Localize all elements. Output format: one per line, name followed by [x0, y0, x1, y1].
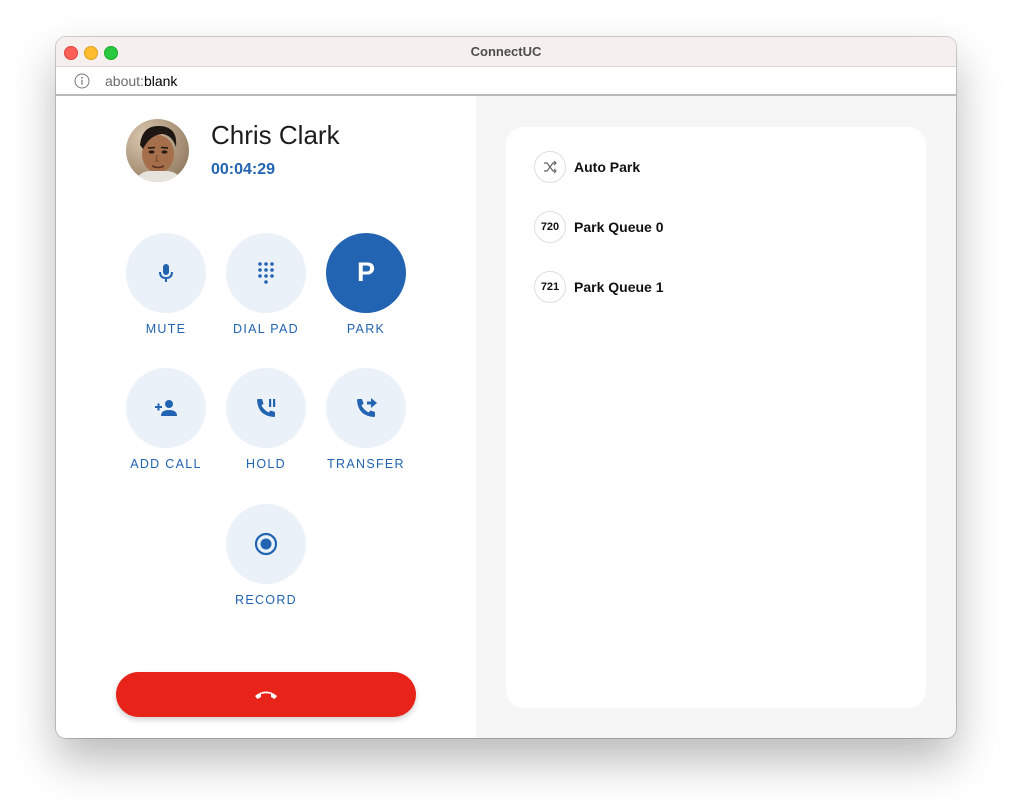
park-option-badge: [534, 151, 566, 183]
window-title: ConnectUC: [470, 44, 542, 59]
address-bar[interactable]: about:blank: [56, 67, 956, 96]
phone-paused-icon: [257, 399, 276, 417]
avatar: [126, 119, 189, 182]
record-label: RECORD: [235, 593, 297, 607]
park-queue-number: 721: [534, 271, 566, 303]
park-options-card: Auto Park 720 Park Queue 0 721 Park Queu…: [506, 127, 926, 708]
shuffle-icon: [544, 160, 557, 174]
park-label: PARK: [346, 322, 386, 336]
info-icon[interactable]: [74, 73, 90, 89]
transfer-label: TRANSFER: [327, 457, 405, 471]
park-option-queue-1[interactable]: 721 Park Queue 1: [534, 271, 894, 303]
park-option-auto-park[interactable]: Auto Park: [534, 151, 894, 183]
end-call-icon: [255, 691, 277, 699]
dial-pad-button[interactable]: [226, 233, 306, 313]
call-timer: 00:04:29: [211, 161, 276, 178]
park-option-label: Auto Park: [574, 159, 641, 175]
app-window: ConnectUC about:blank Chris Clark 00:04:…: [56, 37, 956, 738]
park-option-label: Park Queue 1: [574, 279, 664, 295]
url-path: blank: [143, 73, 178, 89]
add-person-icon: [155, 400, 177, 416]
microphone-icon: [159, 264, 173, 282]
url-text[interactable]: about:blank: [105, 73, 177, 89]
park-panel: Auto Park 720 Park Queue 0 721 Park Queu…: [476, 96, 956, 738]
park-icon: P: [356, 257, 375, 287]
call-panel: Chris Clark 00:04:29 MUTE DIAL PAD P PAR…: [56, 96, 476, 738]
record-icon: [254, 532, 278, 556]
hold-button[interactable]: [226, 368, 306, 448]
phone-forwarded-icon: [357, 398, 377, 417]
add-call-button[interactable]: [126, 368, 206, 448]
record-button[interactable]: [226, 504, 306, 584]
contact-name: Chris Clark: [211, 120, 340, 150]
end-call-button[interactable]: [116, 672, 416, 717]
park-option-label: Park Queue 0: [574, 219, 664, 235]
mute-button[interactable]: [126, 233, 206, 313]
park-option-queue-0[interactable]: 720 Park Queue 0: [534, 211, 894, 243]
contact-photo: [126, 119, 189, 182]
park-queue-number: 720: [534, 211, 566, 243]
dialpad-icon: [258, 262, 274, 284]
park-button[interactable]: P: [326, 233, 406, 313]
transfer-button[interactable]: [326, 368, 406, 448]
title-bar: ConnectUC: [56, 37, 956, 67]
url-scheme: about:: [105, 73, 144, 89]
